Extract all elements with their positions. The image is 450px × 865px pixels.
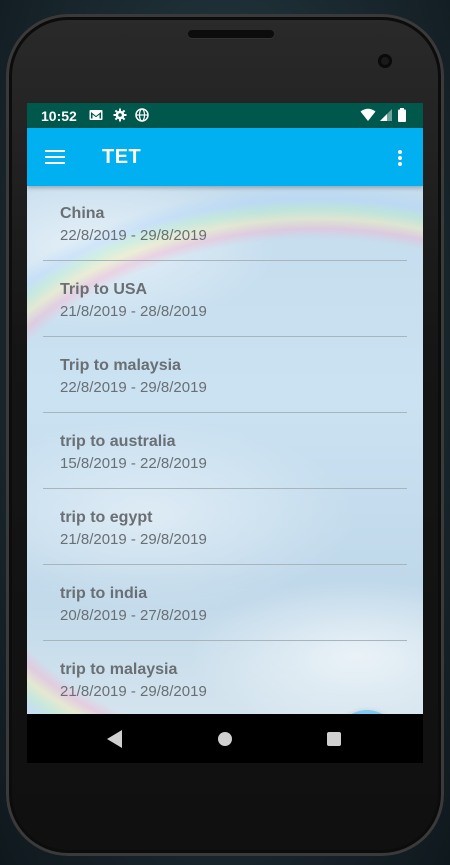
battery-icon [398, 108, 406, 122]
trip-dates: 21/8/2019 - 28/8/2019 [60, 303, 207, 320]
earpiece-speaker [188, 30, 274, 38]
status-time: 10:52 [41, 108, 77, 124]
list-item[interactable]: trip to india 20/8/2019 - 27/8/2019 [43, 566, 407, 641]
home-icon[interactable] [218, 732, 232, 746]
trip-dates: 15/8/2019 - 22/8/2019 [60, 455, 207, 472]
trip-list: China 22/8/2019 - 29/8/2019 Trip to USA … [27, 186, 423, 714]
gmail-icon [89, 110, 103, 120]
trip-name: trip to australia [60, 433, 176, 450]
wifi-icon [360, 108, 376, 121]
trip-dates: 21/8/2019 - 29/8/2019 [60, 683, 207, 700]
list-item[interactable]: Trip to malaysia 22/8/2019 - 29/8/2019 [43, 338, 407, 413]
signal-icon [380, 109, 392, 121]
navigation-bar [27, 714, 423, 763]
list-item[interactable]: Trip to USA 21/8/2019 - 28/8/2019 [43, 262, 407, 337]
front-camera [378, 54, 392, 68]
list-item[interactable]: China 22/8/2019 - 29/8/2019 [43, 186, 407, 261]
trip-dates: 21/8/2019 - 29/8/2019 [60, 531, 207, 548]
more-vert-icon[interactable] [383, 139, 417, 175]
trip-name: trip to egypt [60, 509, 153, 526]
globe-icon [135, 108, 149, 122]
list-item[interactable]: trip to malaysia 21/8/2019 - 29/8/2019 [43, 642, 407, 714]
status-bar: 10:52 [27, 103, 423, 128]
trip-name: China [60, 205, 105, 222]
trip-dates: 22/8/2019 - 29/8/2019 [60, 227, 207, 244]
app-title: TET [102, 146, 142, 168]
recents-icon[interactable] [327, 732, 341, 746]
trip-dates: 22/8/2019 - 29/8/2019 [60, 379, 207, 396]
trip-name: Trip to malaysia [60, 357, 181, 374]
app-toolbar: TET [27, 128, 423, 186]
list-item[interactable]: trip to egypt 21/8/2019 - 29/8/2019 [43, 490, 407, 565]
trip-name: trip to india [60, 585, 148, 602]
trip-name: trip to malaysia [60, 661, 178, 678]
settings-icon [113, 108, 127, 122]
hamburger-menu-icon[interactable] [37, 139, 73, 175]
back-icon[interactable] [107, 730, 122, 748]
trip-name: Trip to USA [60, 281, 148, 298]
trip-dates: 20/8/2019 - 27/8/2019 [60, 607, 207, 624]
device-screen: 10:52 TET China 22/8/2019 - 29/8/2019 Tr… [27, 103, 423, 763]
list-item[interactable]: trip to australia 15/8/2019 - 22/8/2019 [43, 414, 407, 489]
